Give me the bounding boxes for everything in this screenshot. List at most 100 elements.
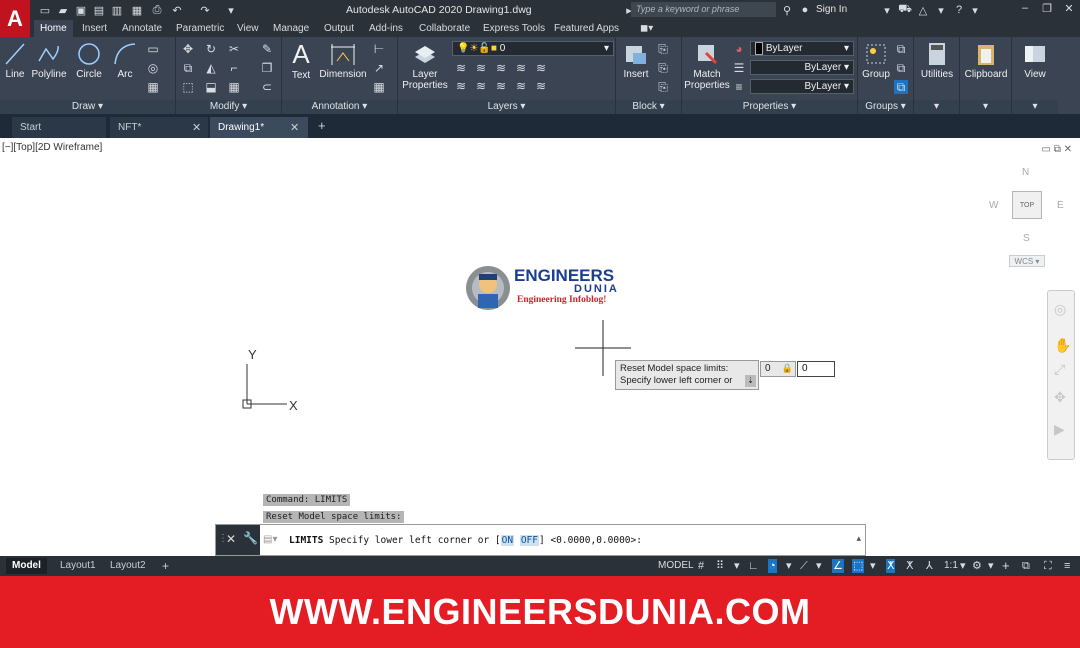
- application-menu-button[interactable]: A: [0, 0, 30, 37]
- polar-tracking-icon[interactable]: ◔: [768, 559, 777, 573]
- layer-match-icon[interactable]: ≋: [534, 61, 548, 75]
- linear-dim-icon[interactable]: ⊢: [372, 42, 386, 56]
- auto-scale-icon[interactable]: ⵅ: [906, 559, 913, 573]
- annotation-scale-value[interactable]: 1:1: [944, 559, 958, 573]
- tab-manage[interactable]: Manage: [273, 23, 309, 34]
- polyline-button[interactable]: Polyline: [30, 41, 68, 80]
- lineweight-dropdown[interactable]: ByLayer ▾: [750, 79, 854, 94]
- close-icon[interactable]: ✕: [1060, 2, 1078, 18]
- plot-icon[interactable]: ⎙: [150, 3, 164, 17]
- workspace-dropdown-icon[interactable]: ▾: [988, 559, 994, 573]
- recent-commands-icon[interactable]: ▤▾: [263, 534, 277, 545]
- table-insert-icon[interactable]: ▦: [372, 80, 386, 94]
- command-history-toggle-icon[interactable]: ▴: [856, 533, 861, 544]
- clean-screen-icon[interactable]: ⛶: [1044, 559, 1052, 573]
- search-input[interactable]: Type a keyword or phrase: [631, 2, 776, 17]
- insert-button[interactable]: Insert: [620, 41, 652, 80]
- save-icon[interactable]: ▣: [74, 3, 88, 17]
- save-web-icon[interactable]: ▦: [130, 3, 144, 17]
- layer-lock-icon[interactable]: ≋: [514, 61, 528, 75]
- ribbon-toggle-icon[interactable]: ◼▾: [640, 23, 653, 34]
- option-off[interactable]: OFF: [519, 535, 539, 546]
- layer-on-all-icon[interactable]: ≋: [494, 79, 508, 93]
- linetype-dropdown[interactable]: ByLayer ▾: [750, 60, 854, 75]
- tab-featured-apps[interactable]: Featured Apps: [554, 23, 619, 34]
- layer-properties-button[interactable]: Layer Properties: [402, 41, 448, 91]
- open-web-icon[interactable]: ▥: [110, 3, 124, 17]
- group-selection-icon[interactable]: ⧉: [894, 80, 908, 94]
- utilities-button[interactable]: Utilities: [916, 41, 958, 80]
- help-icon[interactable]: ?: [952, 3, 966, 17]
- hatch-icon[interactable]: ◎: [146, 61, 160, 75]
- polar-dropdown-icon[interactable]: ▾: [786, 559, 792, 573]
- modify-panel-title[interactable]: Modify ▾: [176, 100, 281, 114]
- stretch-icon[interactable]: ⬚: [181, 80, 195, 94]
- command-prompt-text[interactable]: LIMITS Specify lower left corner or [ON …: [289, 535, 642, 546]
- showmotion-icon[interactable]: ▶: [1054, 421, 1065, 438]
- tab-express-tools[interactable]: Express Tools: [483, 23, 545, 34]
- pan-icon[interactable]: ✋: [1054, 337, 1071, 354]
- compass-east[interactable]: E: [1057, 200, 1064, 211]
- create-block-icon[interactable]: ⎘: [656, 42, 670, 56]
- compass-west[interactable]: W: [989, 200, 998, 211]
- layer-dropdown[interactable]: 💡☀🔓■ 0 ▾: [452, 41, 614, 56]
- layer-unisolate-icon[interactable]: ≋: [454, 79, 468, 93]
- annotation-scale-icon[interactable]: ⅄: [926, 559, 933, 573]
- compass-north[interactable]: N: [1022, 167, 1029, 178]
- edit-attributes-icon[interactable]: ⎘: [656, 80, 670, 94]
- tab-home[interactable]: Home: [34, 20, 73, 37]
- sign-in-button[interactable]: Sign In: [816, 4, 847, 15]
- layer-off-icon[interactable]: ≋: [494, 61, 508, 75]
- layer-unlock-icon[interactable]: ≋: [514, 79, 528, 93]
- viewport-restore-icon[interactable]: ⧉: [1054, 144, 1061, 155]
- tab-insert[interactable]: Insert: [82, 23, 107, 34]
- viewport-close-icon[interactable]: ✕: [1064, 144, 1072, 155]
- annotation-visibility-icon[interactable]: ⵅ: [886, 559, 896, 573]
- new-icon[interactable]: ▭: [38, 3, 52, 17]
- clipboard-button[interactable]: Clipboard: [962, 41, 1010, 80]
- ortho-icon[interactable]: ∟: [748, 559, 759, 573]
- block-panel-title[interactable]: Block ▾: [616, 100, 681, 114]
- offset-icon[interactable]: ⊂: [260, 80, 274, 94]
- rotate-icon[interactable]: ↻: [204, 42, 218, 56]
- model-space-toggle[interactable]: MODEL: [658, 559, 694, 573]
- workspace-gear-icon[interactable]: ⚙: [972, 559, 982, 573]
- groups-panel-title[interactable]: Groups ▾: [858, 100, 913, 114]
- view-dropdown-icon[interactable]: ▾: [1012, 100, 1058, 114]
- line-button[interactable]: Line: [2, 41, 28, 80]
- new-tab-plus-icon[interactable]: +: [318, 118, 326, 133]
- draw-panel-title[interactable]: Draw ▾: [0, 100, 175, 114]
- open-icon[interactable]: ▰: [56, 3, 70, 17]
- viewcube-top-face[interactable]: TOP: [1012, 191, 1042, 219]
- isodraft-icon[interactable]: ⟋: [800, 559, 808, 573]
- steering-wheel-icon[interactable]: ◎: [1054, 301, 1066, 318]
- erase-icon[interactable]: ✎: [260, 42, 274, 56]
- color-dropdown[interactable]: ■ ByLayer ▾: [750, 41, 854, 56]
- compass-south[interactable]: S: [1023, 233, 1030, 244]
- customization-menu-icon[interactable]: ≡: [1064, 559, 1070, 573]
- tab-model[interactable]: Model: [6, 558, 47, 574]
- viewport-controls-label[interactable]: [−][Top][2D Wireframe]: [2, 142, 102, 153]
- layer-freeze-icon[interactable]: ≋: [474, 61, 488, 75]
- annotation-monitor-icon[interactable]: +: [1002, 559, 1010, 573]
- dynamic-input-y[interactable]: 0: [797, 361, 835, 377]
- command-line[interactable]: ⋮ ✕ 🔧 ▤▾ LIMITS Specify lower left corne…: [215, 524, 866, 556]
- qat-dropdown-icon[interactable]: ▾: [224, 3, 238, 17]
- move-icon[interactable]: ✥: [181, 42, 195, 56]
- group-button[interactable]: Group: [860, 41, 892, 80]
- cart-icon[interactable]: ⛟: [898, 3, 912, 17]
- zoom-icon[interactable]: ⤢: [1054, 361, 1065, 378]
- customize-wrench-icon[interactable]: 🔧: [243, 531, 258, 545]
- osnap-dropdown-icon[interactable]: ▾: [870, 559, 876, 573]
- layer-current-icon[interactable]: ≋: [534, 79, 548, 93]
- viewcube[interactable]: N W E S TOP WCS ▾: [985, 163, 1065, 273]
- dimension-button[interactable]: Dimension: [318, 41, 368, 80]
- redo-icon[interactable]: ↷: [198, 3, 212, 17]
- circle-button[interactable]: Circle: [72, 41, 106, 80]
- help-dropdown-icon[interactable]: ▾: [968, 3, 982, 17]
- isolate-objects-icon[interactable]: ⧉: [1022, 559, 1030, 573]
- layers-panel-title[interactable]: Layers ▾: [398, 100, 615, 114]
- restore-icon[interactable]: ❐: [1038, 2, 1056, 18]
- close-tab-drawing1-icon[interactable]: ✕: [290, 121, 299, 134]
- view-button[interactable]: View: [1014, 41, 1056, 80]
